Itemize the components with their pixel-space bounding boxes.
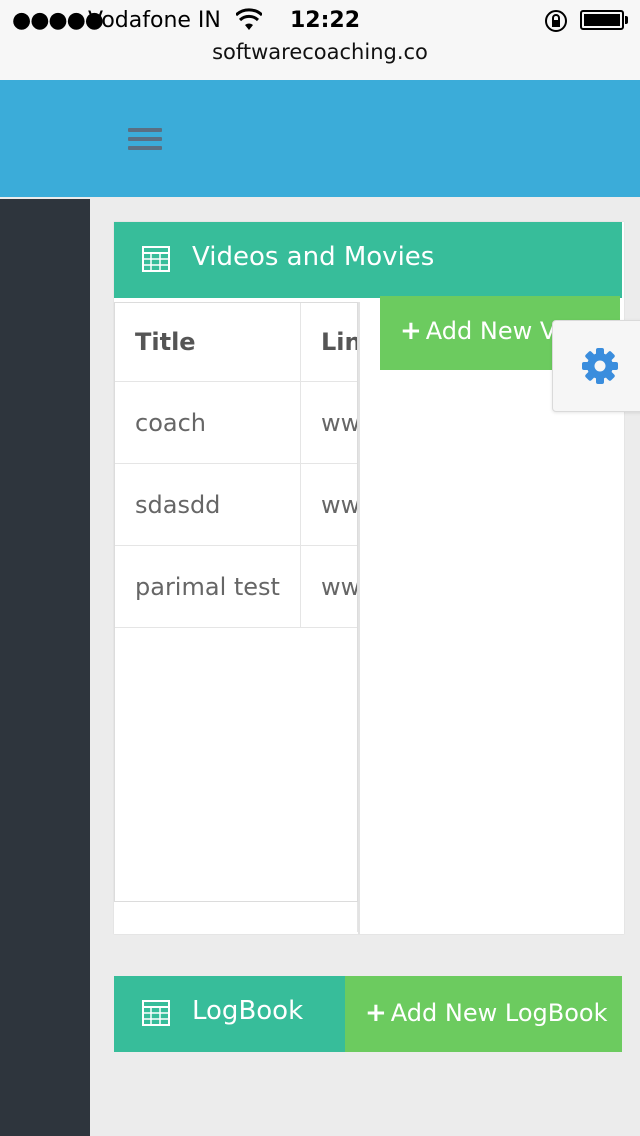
cell-link[interactable]: www [300, 463, 357, 546]
cell-title: coach [115, 381, 301, 464]
sidebar [0, 199, 90, 1136]
table-icon [142, 1000, 170, 1026]
table-header-row: Title Link [115, 303, 357, 382]
address-bar-url[interactable]: softwarecoaching.co [0, 40, 640, 64]
table-row[interactable]: coach www [115, 381, 357, 464]
settings-button[interactable] [552, 320, 640, 412]
column-header-link[interactable]: Link [300, 303, 357, 382]
add-new-logbook-button[interactable]: + Add New LogBook [345, 976, 622, 1052]
add-new-logbook-label: Add New LogBook [390, 999, 608, 1027]
battery-icon [580, 10, 628, 30]
divider [358, 302, 360, 934]
column-header-title[interactable]: Title [115, 303, 301, 382]
plus-icon: + [400, 316, 422, 346]
status-bar: ●●●●● Vodafone IN 12:22 softwarecoaching… [0, 0, 640, 81]
table-scroll-area [114, 902, 358, 932]
wifi-icon [236, 8, 262, 30]
cell-title: parimal test [115, 545, 301, 628]
videos-panel-title: Videos and Movies [192, 242, 435, 272]
videos-table: Title Link coach www sdasdd www parimal … [114, 302, 358, 902]
logbook-panel-title: LogBook [192, 996, 304, 1026]
hamburger-icon[interactable] [128, 128, 162, 152]
clock: 12:22 [290, 8, 361, 33]
logbook-panel-header: LogBook [114, 976, 345, 1052]
table-row[interactable]: sdasdd www [115, 463, 357, 546]
carrier-label: Vodafone IN [88, 8, 221, 33]
gear-icon [582, 348, 618, 384]
plus-icon: + [365, 998, 387, 1028]
table-icon [142, 246, 170, 272]
cell-link[interactable]: www [300, 381, 357, 464]
table-row[interactable]: parimal test www [115, 545, 357, 628]
rotation-lock-icon [545, 10, 567, 32]
videos-panel-header: Videos and Movies [114, 222, 622, 298]
top-navbar [0, 80, 640, 197]
cell-title: sdasdd [115, 463, 301, 546]
cell-link[interactable]: www [300, 545, 357, 628]
